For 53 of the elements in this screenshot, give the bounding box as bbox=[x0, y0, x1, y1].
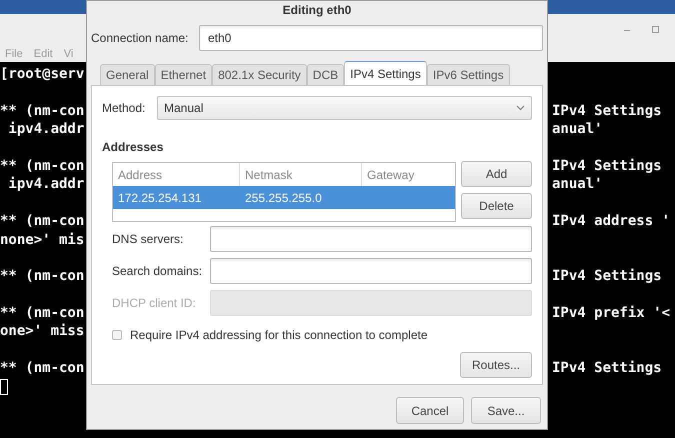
field-label: Connection name: bbox=[91, 30, 190, 47]
section-title: Addresses bbox=[102, 139, 164, 156]
terminal-text: one>' miss bbox=[0, 323, 84, 340]
field-label: DNS servers: bbox=[112, 231, 184, 248]
method-dropdown[interactable]: Manual bbox=[157, 96, 532, 120]
tab[interactable]: IPv6 Settings bbox=[426, 64, 510, 86]
terminal-text: ** (nm-con bbox=[0, 360, 84, 376]
field-label: Search domains: bbox=[112, 263, 204, 280]
input-field[interactable]: eth0 bbox=[199, 25, 543, 51]
terminal-text: ipv4.addr bbox=[7, 176, 84, 192]
column-header[interactable]: Address bbox=[118, 166, 162, 184]
tab[interactable]: DCB bbox=[306, 64, 344, 86]
terminal-text: [root@serv bbox=[0, 66, 84, 82]
tab[interactable]: General bbox=[100, 64, 155, 86]
table-cell: 255.255.255.0 bbox=[245, 190, 322, 204]
input-field[interactable] bbox=[210, 226, 532, 252]
field-label: Method: bbox=[102, 100, 146, 117]
terminal-text: IPv4 Settings bbox=[552, 360, 662, 376]
terminal-cursor-icon bbox=[0, 378, 8, 395]
dialog-button[interactable]: Add bbox=[461, 161, 532, 187]
terminal-text: IPv4 Settings bbox=[552, 102, 662, 119]
terminal-text: ** (nm-con bbox=[0, 213, 84, 230]
field-label: DHCP client ID: bbox=[112, 295, 197, 312]
table-cell: 172.25.254.131 bbox=[118, 190, 202, 204]
column-header[interactable]: Gateway bbox=[367, 166, 414, 184]
terminal-text: ** (nm-con bbox=[0, 268, 84, 284]
tab[interactable]: Ethernet bbox=[154, 64, 212, 86]
tab[interactable]: 802.1x Security bbox=[212, 64, 307, 86]
terminal-text: ** (nm-con bbox=[0, 305, 84, 322]
terminal-text: anual' bbox=[552, 121, 603, 138]
dialog-button[interactable]: Cancel bbox=[396, 397, 464, 424]
terminal-text: IPv4 Settings bbox=[552, 158, 662, 174]
terminal-text: none>' mis bbox=[0, 232, 84, 248]
dialog-button[interactable]: Routes... bbox=[460, 352, 532, 378]
terminal-text: ** (nm-con bbox=[0, 158, 84, 174]
minimize-icon[interactable] bbox=[624, 28, 630, 31]
dialog-title: Editing eth0 bbox=[282, 2, 352, 19]
dialog-button[interactable]: Delete bbox=[461, 193, 532, 219]
terminal-text: IPv4 Settings bbox=[552, 268, 662, 284]
input-field[interactable] bbox=[210, 258, 532, 284]
column-header[interactable]: Netmask bbox=[245, 166, 292, 184]
terminal-text: IPv4 address ' bbox=[552, 213, 670, 230]
terminal-text: ** (nm-con bbox=[0, 102, 84, 119]
chevron-down-icon bbox=[516, 105, 525, 111]
checkbox[interactable] bbox=[112, 330, 122, 340]
dialog-button[interactable]: Save... bbox=[471, 397, 541, 424]
terminal-text: anual' bbox=[552, 176, 603, 192]
maximize-icon[interactable] bbox=[652, 26, 659, 34]
tab[interactable]: IPv4 Settings bbox=[344, 61, 427, 86]
checkbox-label: Require IPv4 addressing for this connection to complete bbox=[130, 327, 428, 344]
terminal-text: ipv4.addr bbox=[7, 121, 84, 138]
terminal-text: IPv4 prefix '< bbox=[552, 305, 670, 322]
address-row[interactable]: 172.25.254.131 255.255.255.0 bbox=[113, 186, 455, 209]
